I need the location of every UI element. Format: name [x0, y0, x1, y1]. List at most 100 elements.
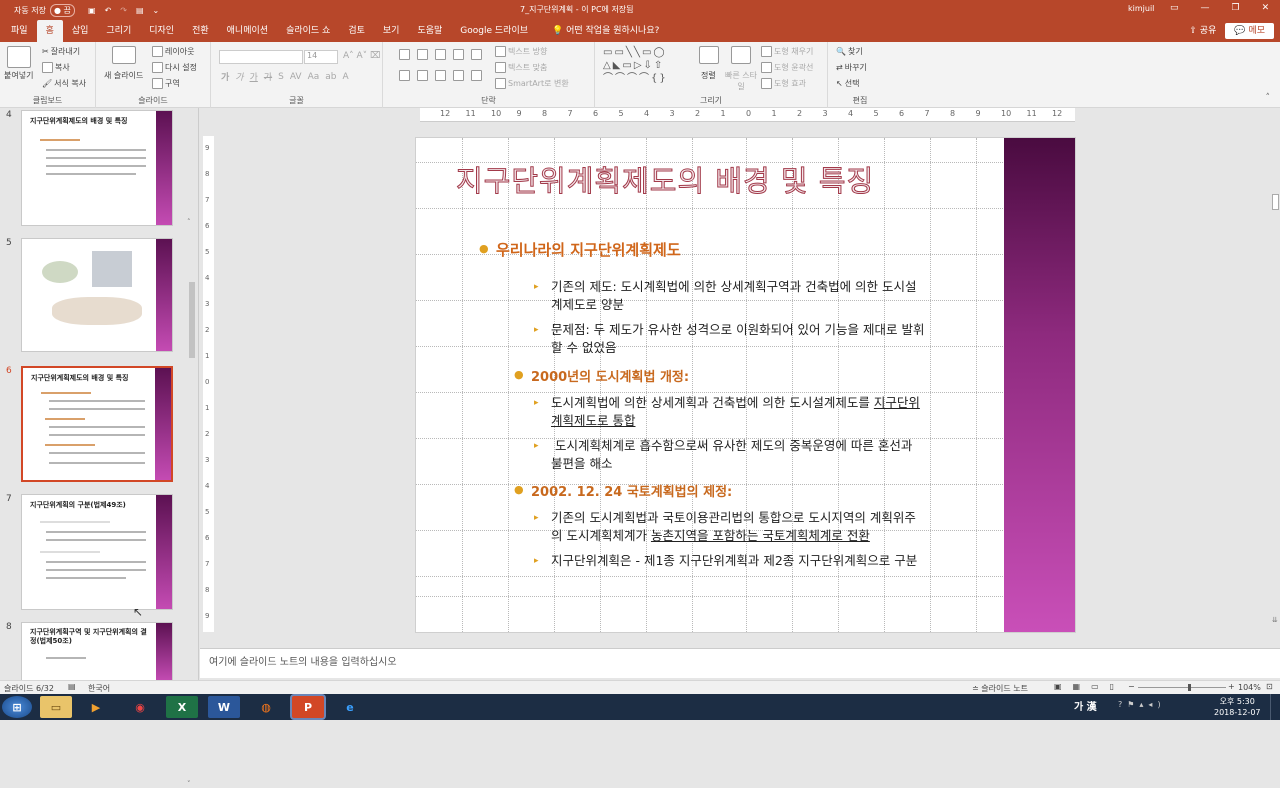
- slide-thumbnail-7[interactable]: 지구단위계획의 구분(법제49조): [21, 494, 173, 610]
- font-name-input[interactable]: [219, 50, 303, 64]
- scroll-thumb[interactable]: [189, 282, 195, 358]
- redo-icon[interactable]: ↷: [120, 6, 127, 15]
- heading-2002-enactment[interactable]: 2002. 12. 24 국토계획법의 제정:: [531, 481, 732, 500]
- new-slide-button[interactable]: 새 슬라이드: [104, 70, 143, 81]
- notes-pane[interactable]: 여기에 슬라이드 노트의 내용을 입력하십시오: [200, 648, 1280, 678]
- tab-review[interactable]: 검토: [339, 20, 374, 42]
- replace-button[interactable]: ⇄ 바꾸기: [836, 62, 867, 73]
- tab-insert[interactable]: 삽입: [63, 20, 98, 42]
- quick-styles-icon[interactable]: [731, 46, 751, 64]
- slide-thumbnail-6[interactable]: 지구단위계획제도의 배경 및 특징: [21, 366, 173, 482]
- start-button[interactable]: ⊞: [2, 696, 32, 718]
- reset-button[interactable]: 다시 설정: [152, 62, 197, 73]
- clock[interactable]: 오후 5:30 2018-12-07: [1214, 696, 1261, 718]
- paste-icon[interactable]: [7, 46, 31, 68]
- language-indicator[interactable]: 한국어: [88, 683, 110, 694]
- ime-indicator[interactable]: 가 漢: [1074, 698, 1097, 713]
- next-slide-icon[interactable]: ⇊: [1272, 616, 1278, 624]
- tab-slideshow[interactable]: 슬라이드 쇼: [277, 20, 339, 42]
- zoom-slider-thumb[interactable]: [1188, 684, 1191, 691]
- autosave-toggle[interactable]: 자동 저장 ● 끔: [14, 3, 75, 17]
- layout-button[interactable]: 레이아웃: [152, 46, 194, 57]
- word-icon[interactable]: W: [208, 696, 240, 718]
- text-direction-button[interactable]: 텍스트 방향: [495, 46, 547, 57]
- customize-qat-icon[interactable]: ⌄: [153, 6, 160, 15]
- media-player-icon[interactable]: ▶: [80, 696, 112, 718]
- shape-fill-button[interactable]: 도형 채우기: [761, 46, 813, 57]
- slide-thumbnail-5[interactable]: [21, 238, 173, 352]
- slide-title[interactable]: 지구단위계획제도의 배경 및 특징: [456, 158, 996, 200]
- slide-thumbnail-4[interactable]: 지구단위계획제도의 배경 및 특징: [21, 110, 173, 226]
- chrome-icon[interactable]: ◉: [124, 696, 156, 718]
- bullet-existing-system[interactable]: 기존의 제도: 도시계획법에 의한 상세계획구역과 건축법에 의한 도시설 계제…: [551, 278, 976, 314]
- slide-canvas[interactable]: 지구단위계획제도의 배경 및 특징 ● 우리나라의 지구단위계획제도 ▸ 기존의…: [415, 137, 1076, 633]
- format-painter-button[interactable]: 🖌 서식 복사: [42, 78, 86, 89]
- font-style-buttons[interactable]: 가 가 가 가 S AV Aa ab A: [221, 70, 349, 84]
- explorer-icon[interactable]: ▭: [40, 696, 72, 718]
- zoom-out-icon[interactable]: −: [1128, 682, 1135, 691]
- tell-me-search[interactable]: 💡 어떤 작업을 원하시나요?: [543, 20, 668, 42]
- quick-styles-button[interactable]: 빠른 스타일: [723, 70, 759, 92]
- slide-scrollbar[interactable]: ⇊: [1271, 110, 1280, 630]
- share-button[interactable]: ⇪ 공유: [1180, 20, 1225, 42]
- shapes-gallery[interactable]: ▭▭╲╲▭◯ △◣▭▷⇩⇧ ⌒⌒⌒⌒{}: [603, 46, 691, 88]
- collapse-ribbon-icon[interactable]: ˄: [1266, 93, 1271, 103]
- tab-help[interactable]: 도움말: [408, 20, 451, 42]
- powerpoint-icon[interactable]: P: [292, 696, 324, 718]
- comments-button[interactable]: 💬 메모: [1225, 23, 1274, 39]
- arrange-button[interactable]: 정렬: [701, 70, 716, 81]
- tab-view[interactable]: 보기: [374, 20, 409, 42]
- new-slide-icon[interactable]: [112, 46, 136, 64]
- close-icon[interactable]: ✕: [1262, 3, 1270, 13]
- scroll-up-icon[interactable]: ˄: [187, 218, 191, 226]
- arrange-icon[interactable]: [699, 46, 719, 64]
- bullet-merge[interactable]: 기존의 도시계획법과 국토이용관리법의 통합으로 도시지역의 계획위주 의 도시…: [551, 509, 976, 545]
- save-icon[interactable]: ▣: [88, 6, 96, 15]
- bullet-absorption[interactable]: 도시계획체계로 흡수함으로써 유사한 제도의 중복운영에 따른 혼선과 불편을 …: [551, 437, 976, 473]
- zoom-slider[interactable]: [1138, 687, 1226, 688]
- paste-button[interactable]: 붙여넣기: [4, 70, 33, 81]
- copy-button[interactable]: 복사: [42, 62, 70, 73]
- view-buttons[interactable]: ▣▦▭▯: [1054, 682, 1125, 691]
- heading-2000-revision[interactable]: 2000년의 도시계획법 개정:: [531, 366, 689, 385]
- smartart-button[interactable]: SmartArt로 변환: [495, 78, 569, 89]
- font-grow-shrink[interactable]: A˄ A˅ ⌧: [343, 51, 380, 61]
- align-text-button[interactable]: 텍스트 맞춤: [495, 62, 547, 73]
- align-buttons[interactable]: [399, 70, 482, 81]
- find-button[interactable]: 🔍 찾기: [836, 46, 863, 57]
- slide-scroll-thumb[interactable]: [1272, 194, 1279, 210]
- shape-effects-button[interactable]: 도형 효과: [761, 78, 806, 89]
- tab-transitions[interactable]: 전환: [183, 20, 218, 42]
- bullet-integration[interactable]: 도시계획법에 의한 상세계획과 건축법에 의한 도시설계제도를 지구단위 계획제…: [551, 394, 976, 430]
- zoom-level[interactable]: 104%: [1238, 683, 1261, 692]
- excel-icon[interactable]: X: [166, 696, 198, 718]
- minimize-icon[interactable]: —: [1201, 3, 1210, 13]
- tab-home[interactable]: 홈: [36, 20, 63, 42]
- slide-thumbnail-8[interactable]: 지구단위계획구역 및 지구단위계획의 결정(법제50조): [21, 622, 173, 682]
- restore-icon[interactable]: ❐: [1232, 3, 1240, 13]
- notes-toggle[interactable]: ≐ 슬라이드 노트: [972, 683, 1028, 694]
- heading-korean-system[interactable]: 우리나라의 지구단위계획제도: [496, 239, 681, 260]
- undo-icon[interactable]: ↶: [105, 6, 112, 15]
- tab-file[interactable]: 파일: [2, 20, 37, 42]
- bullet-classification[interactable]: 지구단위계획은 - 제1종 지구단위계획과 제2종 지구단위계획으로 구분: [551, 552, 991, 570]
- zoom-in-icon[interactable]: +: [1228, 682, 1235, 691]
- spellcheck-icon[interactable]: ▤: [68, 682, 76, 691]
- firefox-icon[interactable]: ◍: [250, 696, 282, 718]
- tab-design[interactable]: 디자인: [140, 20, 183, 42]
- cut-button[interactable]: ✂ 잘라내기: [42, 46, 80, 57]
- font-size-input[interactable]: 14: [304, 50, 338, 64]
- ie-icon[interactable]: e: [334, 696, 366, 718]
- list-buttons[interactable]: [399, 49, 482, 60]
- section-button[interactable]: 구역: [152, 78, 180, 89]
- show-desktop-button[interactable]: [1270, 694, 1280, 720]
- tray-icons[interactable]: ?⚑▴◂): [1118, 700, 1166, 709]
- tab-draw[interactable]: 그리기: [97, 20, 140, 42]
- fit-slide-icon[interactable]: ⊡: [1266, 682, 1273, 691]
- shape-outline-button[interactable]: 도형 윤곽선: [761, 62, 813, 73]
- select-button[interactable]: ↖ 선택: [836, 78, 859, 89]
- ribbon-display-icon[interactable]: ▭: [1170, 3, 1179, 13]
- tab-google-drive[interactable]: Google 드라이브: [451, 20, 537, 42]
- start-slideshow-icon[interactable]: ▤: [136, 6, 144, 15]
- scroll-down-icon[interactable]: ˅: [187, 780, 191, 788]
